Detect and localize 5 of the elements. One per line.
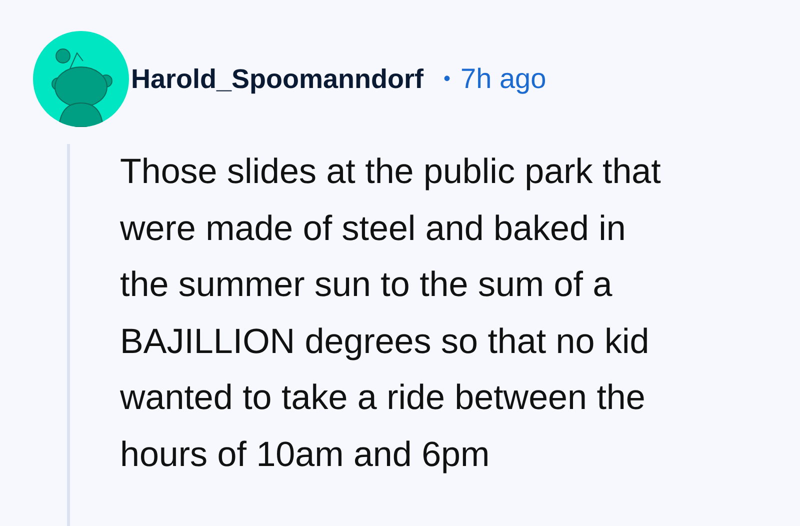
username[interactable]: Harold_Spoomanndorf [131, 64, 424, 94]
avatar-icon [33, 31, 129, 127]
comment-text: Those slides at the public park that were made of steel and baked in the summer sun to the sum of a BAJILLION degrees so that no kid wanted to take a ride between the hours of 10am and 6pm [120, 151, 661, 476]
timestamp[interactable]: 7h ago [460, 63, 546, 95]
separator-dot: • [444, 68, 451, 90]
